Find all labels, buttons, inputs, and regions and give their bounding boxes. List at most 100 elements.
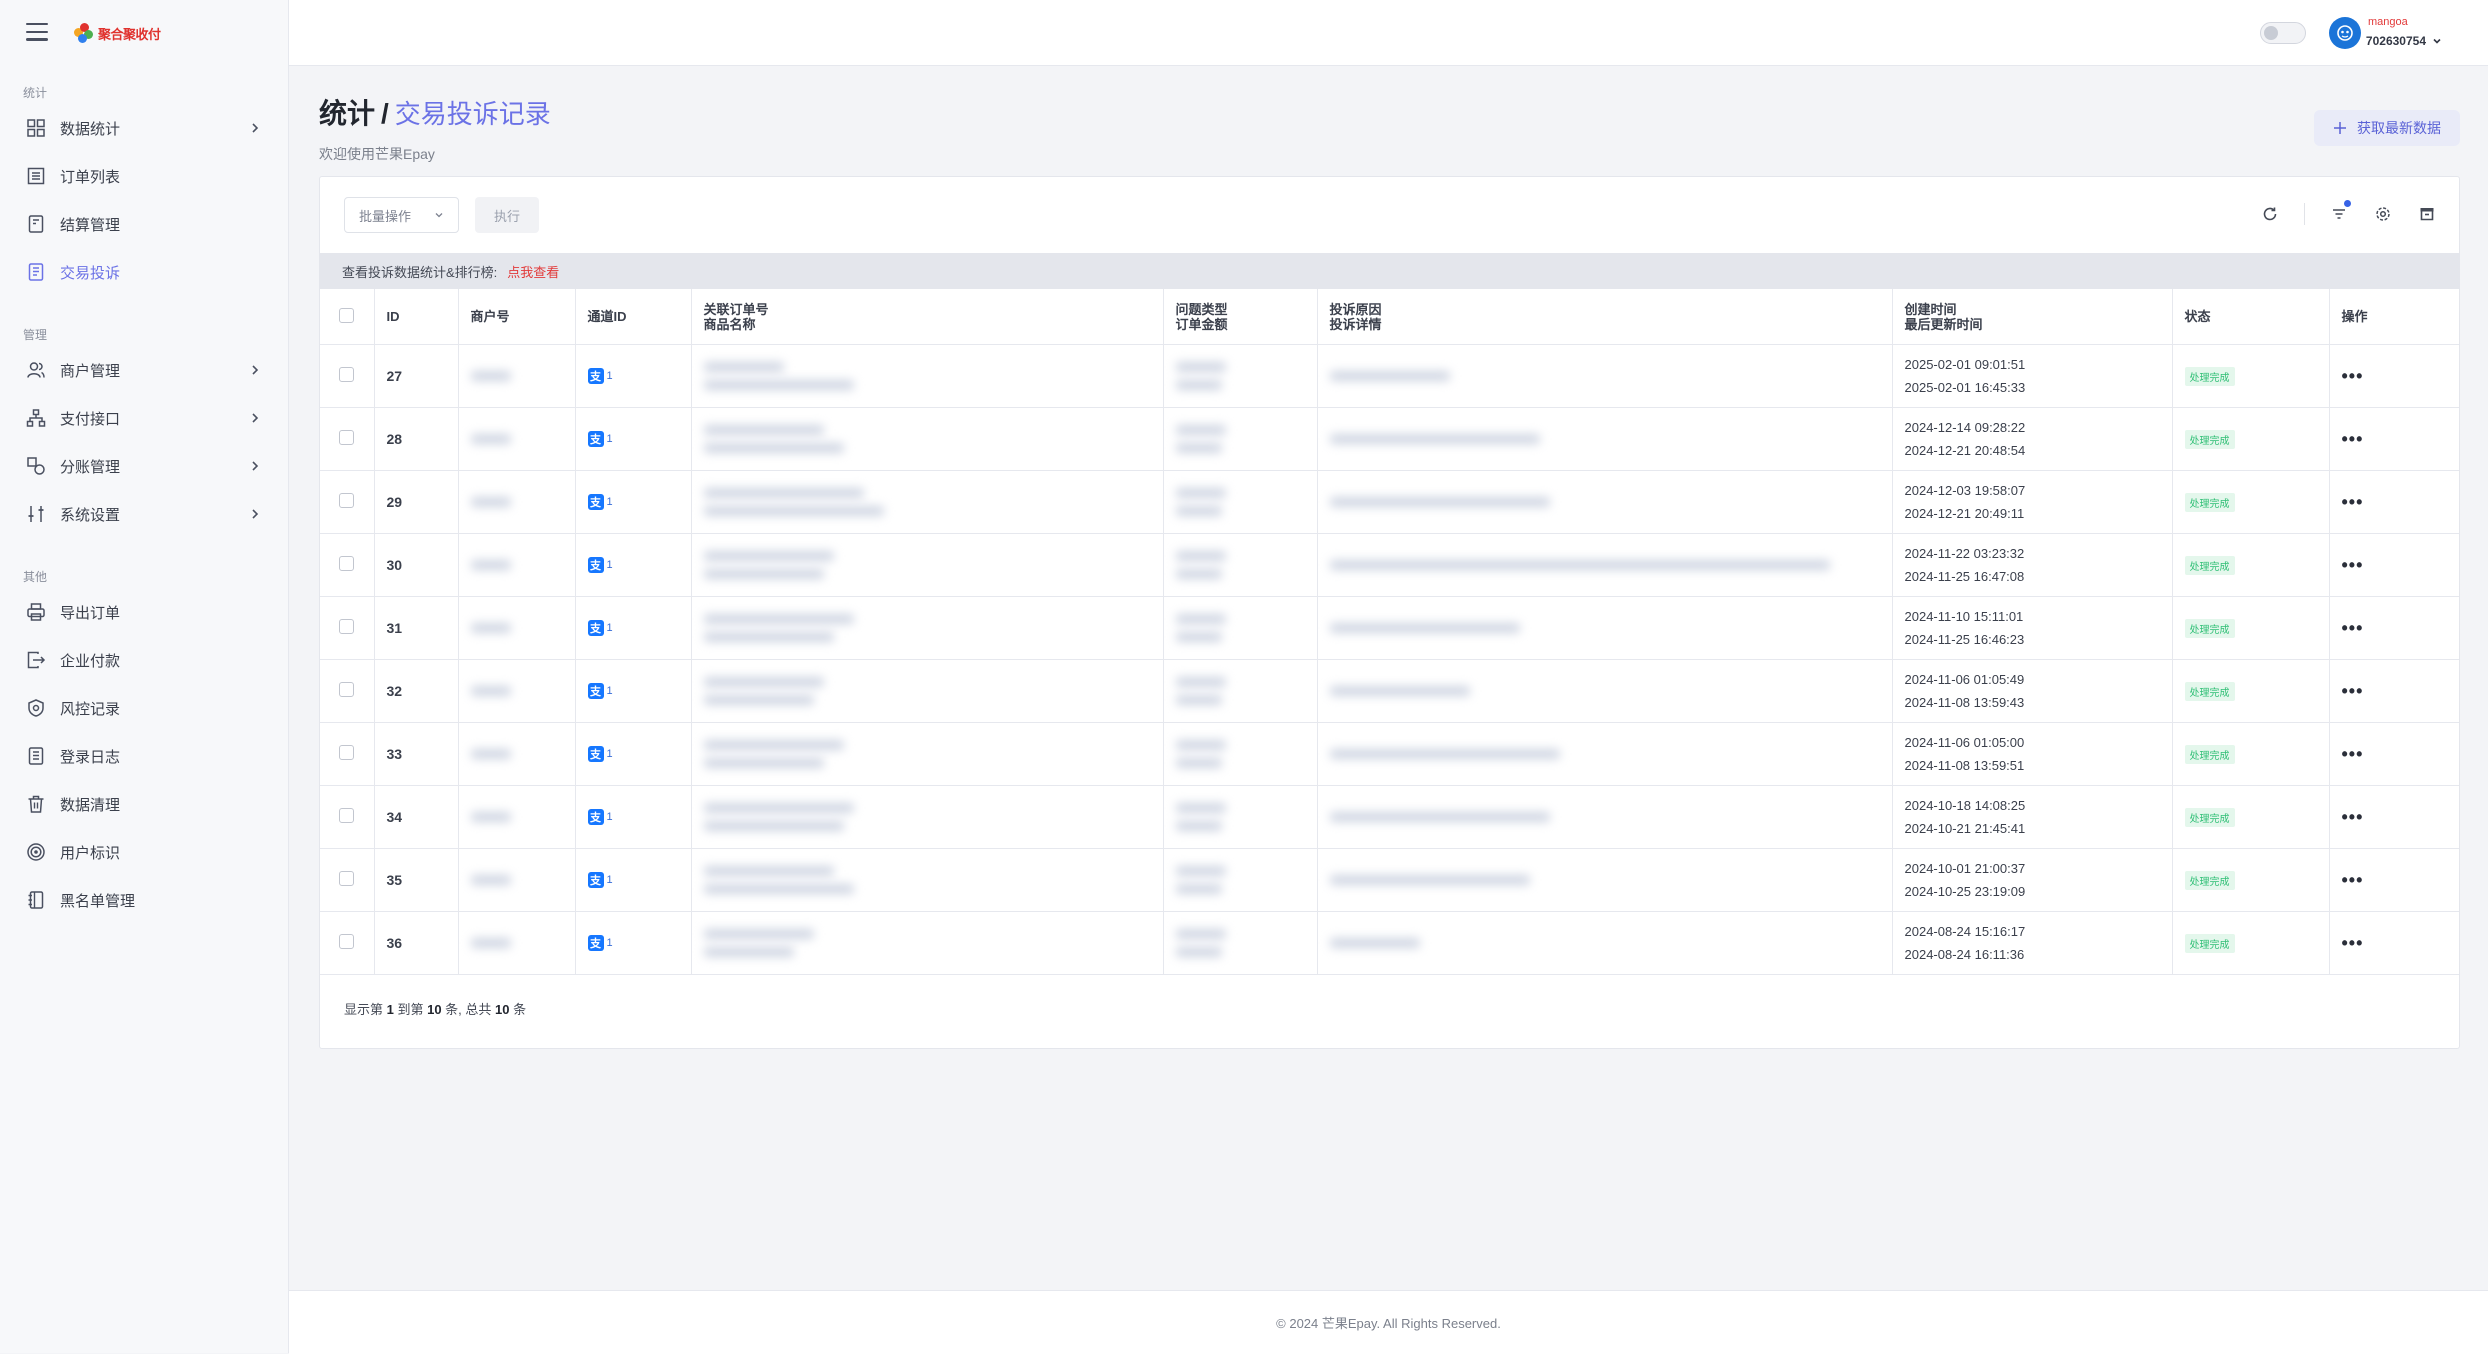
row-checkbox[interactable] (339, 745, 355, 760)
redacted-product-name (703, 884, 854, 894)
actions-cell: ••• (2329, 470, 2459, 534)
table-row[interactable]: 31 支1 2024-11-10 15:11:01 2024-11-25 16:4… (320, 596, 2459, 660)
redacted-product-name (703, 758, 824, 768)
refresh-icon[interactable] (2260, 204, 2280, 224)
row-checkbox[interactable] (339, 367, 355, 382)
brand-logo[interactable]: 聚合聚收付 (74, 22, 161, 44)
breadcrumb-current[interactable]: 交易投诉记录 (395, 94, 551, 131)
more-actions-icon[interactable]: ••• (2342, 870, 2364, 890)
col-merchant[interactable]: 商户号 (458, 289, 576, 345)
stats-notice-link[interactable]: 点我查看 (507, 262, 559, 281)
sidebar-item-label: 数据清理 (60, 796, 121, 814)
merchant-cell (458, 533, 576, 597)
settings-gear-icon[interactable] (2373, 204, 2393, 224)
table-row[interactable]: 35 支1 2024-10-01 21:00:37 2024-10-25 23:1… (320, 848, 2459, 912)
col-status[interactable]: 状态 (2172, 289, 2330, 345)
more-actions-icon[interactable]: ••• (2342, 555, 2364, 575)
sidebar-item[interactable]: 数据清理 (0, 780, 288, 828)
sidebar-item[interactable]: 分账管理 (0, 442, 288, 490)
col-reason[interactable]: 投诉原因 投诉详情 (1317, 289, 1893, 345)
sidebar-item[interactable]: 数据统计 (0, 104, 288, 152)
time-cell: 2024-11-10 15:11:01 2024-11-25 16:46:23 (1892, 596, 2173, 660)
execute-button[interactable]: 执行 (475, 197, 539, 233)
sidebar-item-label: 商户管理 (60, 362, 121, 380)
hamburger-menu-icon[interactable] (26, 23, 48, 41)
more-actions-icon[interactable]: ••• (2342, 681, 2364, 701)
user-menu[interactable]: 702630754 (2366, 34, 2442, 48)
channel-id: 1 (606, 370, 613, 382)
col-time[interactable]: 创建时间 最后更新时间 (1892, 289, 2173, 345)
sidebar-item[interactable]: 企业付款 (0, 636, 288, 684)
col-channel[interactable]: 通道ID (575, 289, 692, 345)
col-type[interactable]: 问题类型 订单金额 (1163, 289, 1318, 345)
channel-badge[interactable]: 支1 (587, 872, 679, 888)
redacted-issue-type (1175, 551, 1226, 561)
table-row[interactable]: 28 支1 2024-12-14 09:28:22 2024-12-21 20:4… (320, 407, 2459, 471)
more-actions-icon[interactable]: ••• (2342, 492, 2364, 512)
row-checkbox[interactable] (339, 619, 355, 634)
channel-badge[interactable]: 支1 (587, 494, 679, 510)
theme-toggle[interactable] (2260, 22, 2306, 44)
table-row[interactable]: 27 支1 2025-02-01 09:01:51 2025-02-01 16:4… (320, 344, 2459, 408)
row-checkbox[interactable] (339, 682, 355, 697)
table-row[interactable]: 30 支1 2024-11-22 03:23:32 2024-11-25 16:4… (320, 533, 2459, 597)
status-badge: 处理完成 (2184, 681, 2235, 701)
sidebar-item[interactable]: 结算管理 (0, 200, 288, 248)
row-checkbox[interactable] (339, 556, 355, 571)
channel-badge[interactable]: 支1 (587, 431, 679, 447)
channel-badge[interactable]: 支1 (587, 809, 679, 825)
row-id: 28 (374, 407, 459, 471)
select-all-checkbox[interactable] (339, 307, 355, 323)
table-row[interactable]: 32 支1 2024-11-06 01:05:49 2024-11-08 13:5… (320, 659, 2459, 723)
more-actions-icon[interactable]: ••• (2342, 933, 2364, 953)
archive-icon[interactable] (2417, 204, 2437, 224)
more-actions-icon[interactable]: ••• (2342, 807, 2364, 827)
more-actions-icon[interactable]: ••• (2342, 366, 2364, 386)
actions-cell: ••• (2329, 722, 2459, 786)
table-row[interactable]: 34 支1 2024-10-18 14:08:25 2024-10-21 21:4… (320, 785, 2459, 849)
avatar[interactable] (2329, 17, 2361, 49)
more-actions-icon[interactable]: ••• (2342, 744, 2364, 764)
channel-badge[interactable]: 支1 (587, 683, 679, 699)
sidebar-item[interactable]: 订单列表 (0, 152, 288, 200)
sidebar-item[interactable]: 商户管理 (0, 346, 288, 394)
row-checkbox[interactable] (339, 808, 355, 823)
channel-badge[interactable]: 支1 (587, 620, 679, 636)
table-row[interactable]: 36 支1 2024-08-24 15:16:17 2024-08-24 16:1… (320, 911, 2459, 975)
channel-badge[interactable]: 支1 (587, 935, 679, 951)
fetch-latest-data-button[interactable]: 获取最新数据 (2314, 110, 2460, 146)
redacted-issue-type (1175, 425, 1226, 435)
channel-cell: 支1 (575, 596, 692, 660)
sidebar-item[interactable]: 黑名单管理 (0, 876, 288, 924)
type-cell (1163, 911, 1318, 975)
channel-badge[interactable]: 支1 (587, 557, 679, 573)
alipay-icon: 支 (587, 683, 604, 699)
more-actions-icon[interactable]: ••• (2342, 618, 2364, 638)
channel-cell: 支1 (575, 533, 692, 597)
channel-cell: 支1 (575, 722, 692, 786)
sidebar-item[interactable]: 登录日志 (0, 732, 288, 780)
sidebar-item[interactable]: 支付接口 (0, 394, 288, 442)
row-checkbox[interactable] (339, 934, 355, 949)
sidebar-item[interactable]: 导出订单 (0, 588, 288, 636)
more-actions-icon[interactable]: ••• (2342, 429, 2364, 449)
sidebar-item[interactable]: 用户标识 (0, 828, 288, 876)
bulk-action-select[interactable]: 批量操作 (344, 197, 459, 233)
sidebar-item[interactable]: 系统设置 (0, 490, 288, 538)
sidebar-item-label: 结算管理 (60, 216, 121, 234)
status-badge: 处理完成 (2184, 492, 2235, 512)
channel-badge[interactable]: 支1 (587, 368, 679, 384)
channel-badge[interactable]: 支1 (587, 746, 679, 762)
sidebar-item[interactable]: 风控记录 (0, 684, 288, 732)
created-time: 2024-12-14 09:28:22 (1904, 420, 2026, 435)
row-checkbox[interactable] (339, 493, 355, 508)
table-row[interactable]: 29 支1 2024-12-03 19:58:07 2024-12-21 20:4… (320, 470, 2459, 534)
row-checkbox[interactable] (339, 871, 355, 886)
sidebar-item[interactable]: 交易投诉 (0, 248, 288, 296)
col-id[interactable]: ID (374, 289, 459, 345)
col-order[interactable]: 关联订单号 商品名称 (691, 289, 1164, 345)
row-checkbox[interactable] (339, 430, 355, 445)
table-row[interactable]: 33 支1 2024-11-06 01:05:00 2024-11-08 13:5… (320, 722, 2459, 786)
created-time: 2024-11-22 03:23:32 (1904, 546, 2025, 561)
filter-icon[interactable] (2329, 200, 2351, 224)
